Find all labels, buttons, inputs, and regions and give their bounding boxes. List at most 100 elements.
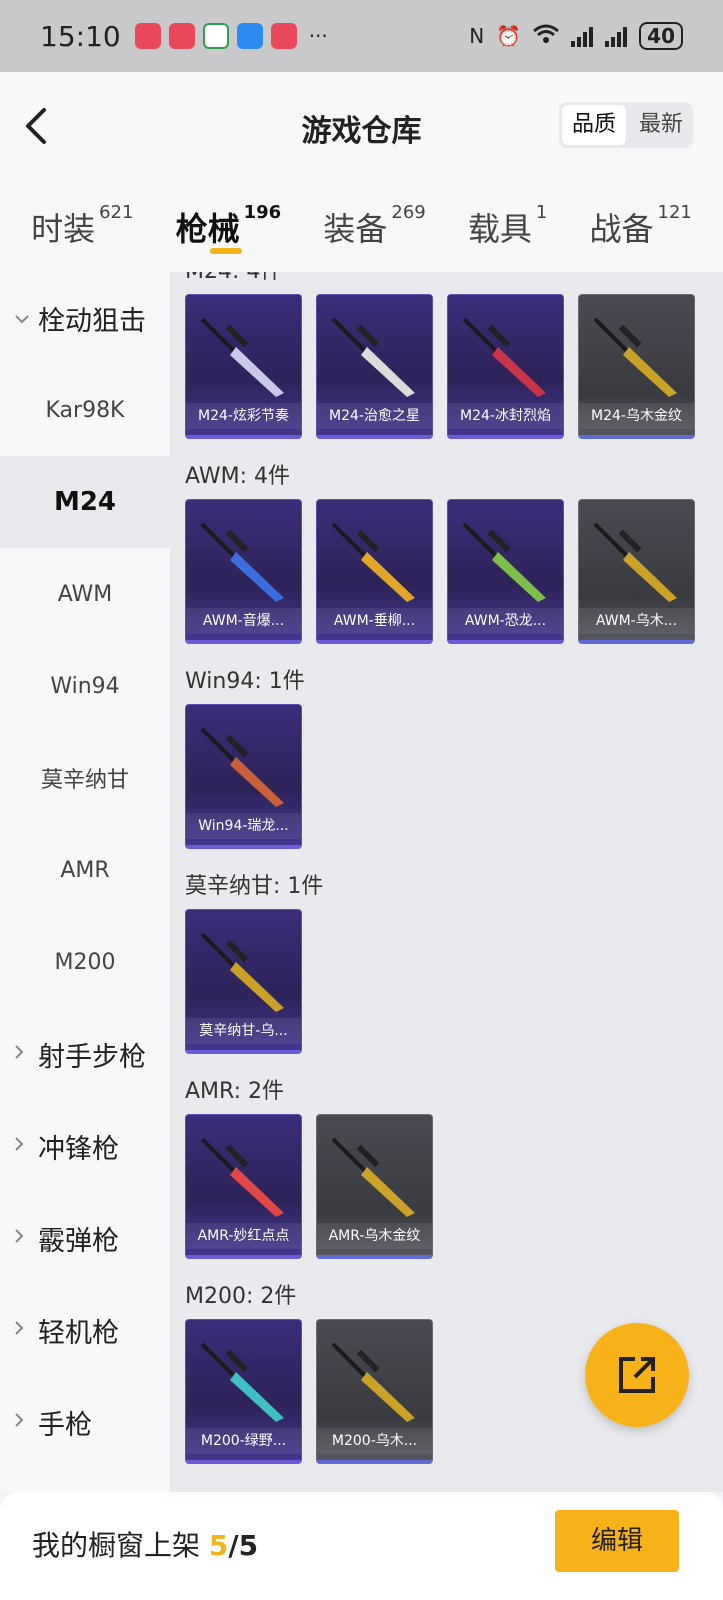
weapon-name: AMR-乌木金纹 <box>317 1223 432 1249</box>
sniper-rifle-icon <box>331 317 415 397</box>
sidebar-item-win94[interactable]: Win94 <box>0 640 170 732</box>
chevron-down-icon <box>14 308 38 329</box>
chevron-right-icon <box>14 1228 38 1249</box>
tab-vehicles[interactable]: 载具 1 <box>468 182 547 272</box>
sidebar-group-label: 冲锋枪 <box>38 1133 119 1165</box>
sidebar-item-kar98k[interactable]: Kar98K <box>0 364 170 456</box>
weapon-card[interactable]: AWM-垂柳... <box>316 499 433 644</box>
app-notification-icon <box>202 23 229 49</box>
chevron-right-icon <box>14 1136 38 1157</box>
sidebar-group-bolt-sniper[interactable]: 栓动狙击 <box>0 272 170 364</box>
sidebar-group-marksman[interactable]: 射手步枪 <box>0 1008 170 1100</box>
weapon-card[interactable]: M200-绿野... <box>185 1319 302 1464</box>
sniper-rifle-icon <box>200 522 284 602</box>
weapon-grid: 莫辛纳甘-乌... <box>170 909 723 1070</box>
tab-count: 1 <box>535 202 548 223</box>
sniper-rifle-icon <box>331 1137 415 1217</box>
weapon-name: AWM-恐龙... <box>448 608 563 634</box>
sidebar-group-smg[interactable]: 冲锋枪 <box>0 1100 170 1192</box>
showcase-total: 5 <box>238 1529 259 1562</box>
tab-count: 121 <box>657 202 692 223</box>
chevron-right-icon <box>14 1320 38 1341</box>
sort-option-quality[interactable]: 品质 <box>561 105 626 145</box>
sidebar-group-label: 栓动狙击 <box>38 305 146 337</box>
sidebar-group-lmg[interactable]: 轻机枪 <box>0 1284 170 1376</box>
tab-label: 时装 <box>31 210 96 248</box>
tab-count: 269 <box>391 202 426 223</box>
showcase-current: 5 <box>208 1529 229 1562</box>
section-label: 莫辛纳甘: 1件 <box>185 874 324 899</box>
weapon-grid-list: M24: 4件 M24-炫彩节奏 M24-治愈之星 M24-冰封烈焰 M24-乌木金纹 A… <box>170 272 723 1492</box>
category-tabs: 时装 621 枪械 196 装备 269 载具 1 战备 121 <box>0 182 723 272</box>
weapon-card[interactable]: M24-治愈之星 <box>316 294 433 439</box>
sidebar-group-pistol[interactable]: 手枪 <box>0 1376 170 1468</box>
sidebar-group-shotgun[interactable]: 霰弹枪 <box>0 1192 170 1284</box>
tab-label: 战备 <box>589 210 654 248</box>
weapon-card[interactable]: AWM-恐龙... <box>447 499 564 644</box>
app-notification-icon <box>270 23 297 49</box>
showcase-bar: 我的橱窗上架 5/5 编辑 <box>0 1492 723 1600</box>
tab-count: 196 <box>243 202 282 223</box>
more-notifications-icon: ··· <box>308 24 328 48</box>
weapon-card[interactable]: 莫辛纳甘-乌... <box>185 909 302 1054</box>
weapon-name: M24-乌木金纹 <box>579 403 694 429</box>
chevron-right-icon <box>14 1044 38 1065</box>
section-label: AWM: 4件 <box>185 464 290 489</box>
sidebar-item-m24[interactable]: M24 <box>0 456 170 548</box>
tab-guns[interactable]: 枪械 196 <box>175 182 282 272</box>
weapon-card[interactable]: AMR-妙红点点 <box>185 1114 302 1259</box>
sniper-rifle-icon <box>200 1137 284 1217</box>
tab-label: 枪械 <box>175 210 240 248</box>
tab-costume[interactable]: 时装 621 <box>31 182 133 272</box>
status-time: 15:10 <box>40 19 121 53</box>
app-notification-icon <box>134 23 161 49</box>
weapon-card[interactable]: M24-冰封烈焰 <box>447 294 564 439</box>
section-label: Win94: 1件 <box>185 669 305 694</box>
tab-supplies[interactable]: 战备 121 <box>590 182 692 272</box>
alarm-icon: ⏰ <box>496 24 522 48</box>
section-label: AMR: 2件 <box>185 1079 285 1104</box>
weapon-card[interactable]: Win94-瑞龙... <box>185 704 302 849</box>
section-label: M200: 2件 <box>185 1284 297 1309</box>
tab-label: 装备 <box>323 210 388 248</box>
external-link-icon <box>619 1357 655 1393</box>
sidebar-item-awm[interactable]: AWM <box>0 548 170 640</box>
status-bar: 15:10 ··· N ⏰ 40 <box>0 0 723 72</box>
nfc-icon: N <box>469 24 485 48</box>
wifi-icon <box>533 23 560 50</box>
edit-button[interactable]: 编辑 <box>555 1510 679 1572</box>
weapon-card[interactable]: AWM-乌木... <box>578 499 695 644</box>
sniper-rifle-icon <box>593 522 677 602</box>
sidebar-item-m200[interactable]: M200 <box>0 916 170 1008</box>
showcase-label: 我的橱窗上架 <box>32 1529 201 1562</box>
weapon-card[interactable]: M24-炫彩节奏 <box>185 294 302 439</box>
battery-indicator: 40 <box>639 22 683 50</box>
sort-toggle: 品质 最新 <box>558 102 693 148</box>
weapon-card[interactable]: AWM-音爆... <box>185 499 302 644</box>
showcase-separator: / <box>228 1529 239 1562</box>
sort-option-latest[interactable]: 最新 <box>629 102 693 148</box>
weapon-name: Win94-瑞龙... <box>186 813 301 839</box>
sidebar-group-label: 射手步枪 <box>38 1041 146 1073</box>
share-button[interactable] <box>585 1323 689 1427</box>
weapon-name: 莫辛纳甘-乌... <box>186 1018 301 1044</box>
weapon-name: M24-炫彩节奏 <box>186 403 301 429</box>
weapon-name: AWM-垂柳... <box>317 608 432 634</box>
app-header: 游戏仓库 品质 最新 <box>0 72 723 182</box>
weapon-name: AWM-音爆... <box>186 608 301 634</box>
sidebar-item-mosin[interactable]: 莫辛纳甘 <box>0 732 170 824</box>
message-icon <box>236 23 263 49</box>
weapon-card[interactable]: M24-乌木金纹 <box>578 294 695 439</box>
tab-count: 621 <box>99 202 134 223</box>
showcase-status: 我的橱窗上架 5/5 <box>32 1524 258 1564</box>
sniper-rifle-icon <box>462 522 546 602</box>
weapon-name: M200-乌木... <box>317 1428 432 1454</box>
weapon-card[interactable]: M200-乌木... <box>316 1319 433 1464</box>
sidebar-group-label: 手枪 <box>38 1409 92 1441</box>
weapon-card[interactable]: AMR-乌木金纹 <box>316 1114 433 1259</box>
section-label: M24: 4件 <box>170 272 723 294</box>
weapon-name: AWM-乌木... <box>579 608 694 634</box>
tab-equipment[interactable]: 装备 269 <box>323 182 425 272</box>
tab-label: 载具 <box>467 210 532 248</box>
sidebar-item-amr[interactable]: AMR <box>0 824 170 916</box>
